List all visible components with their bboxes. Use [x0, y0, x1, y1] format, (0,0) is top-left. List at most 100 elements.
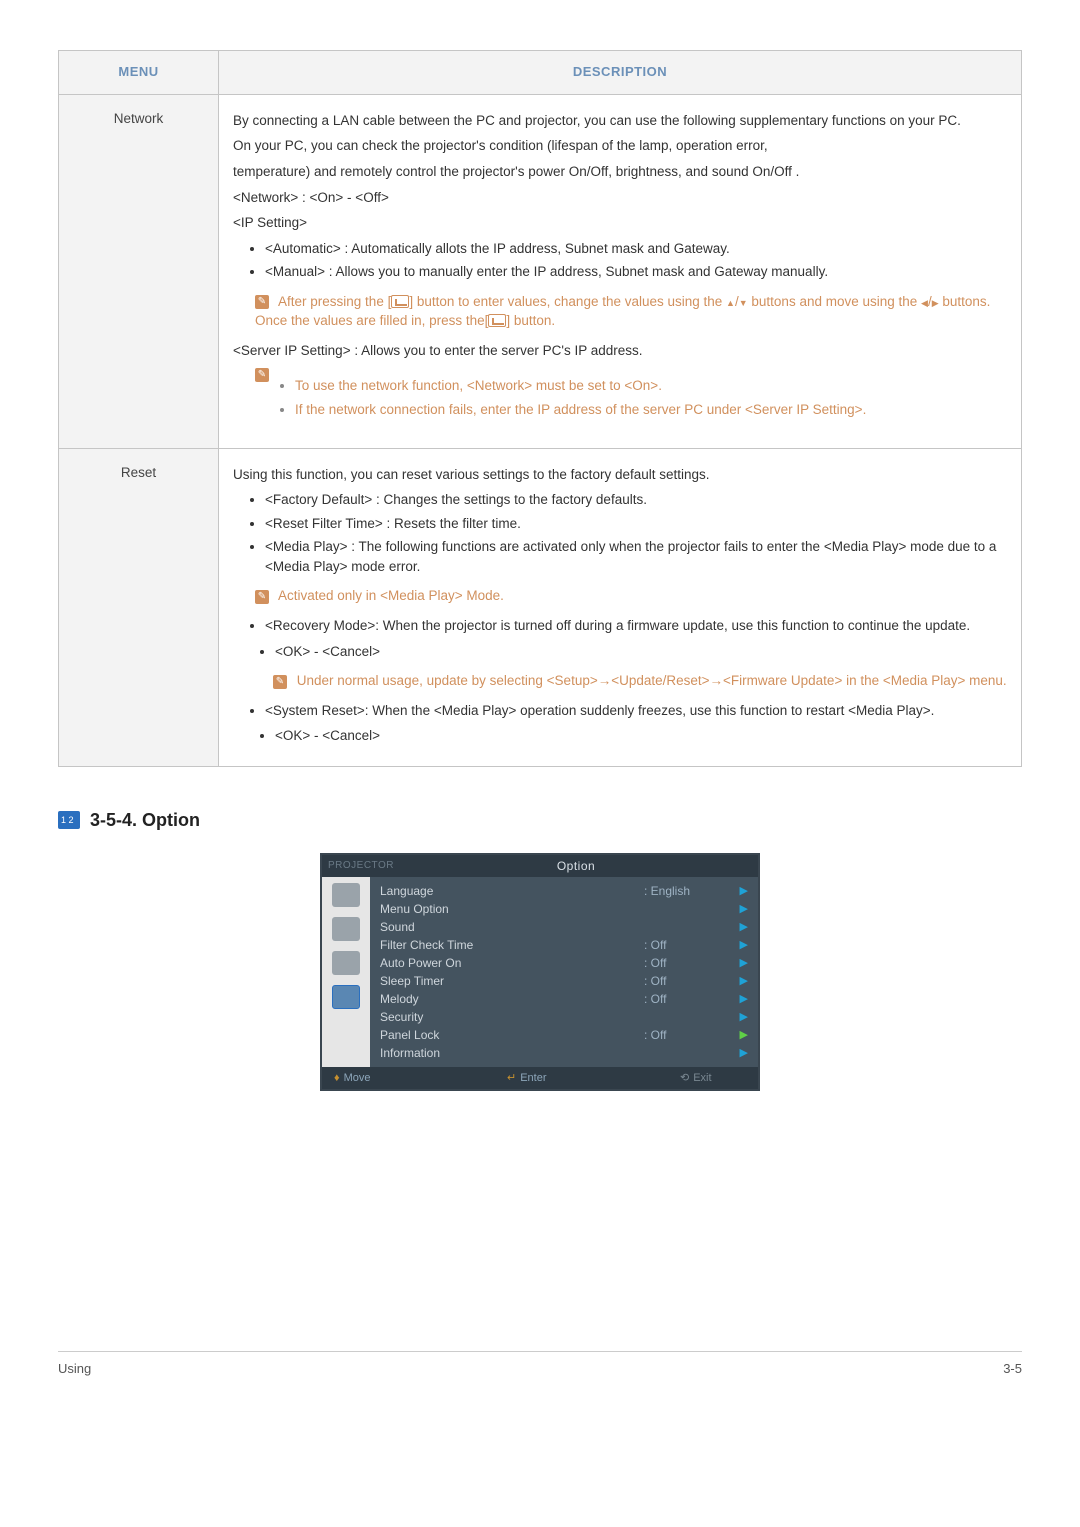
- bullet: <Reset Filter Time> : Resets the filter …: [265, 514, 1007, 534]
- text: <Network> : <On> - <Off>: [233, 188, 1007, 208]
- chevron-right-icon: ▶: [734, 1010, 748, 1026]
- osd-row: Information ▶: [380, 1045, 748, 1063]
- osd-footer: ♦ Move ↵ Enter ⟲ Exit: [322, 1067, 758, 1089]
- chevron-right-icon: ▶: [734, 1028, 748, 1044]
- osd-nav-icon-selected: [332, 985, 360, 1009]
- chevron-right-icon: ▶: [734, 956, 748, 972]
- enter-button-icon: [391, 295, 409, 308]
- col-description-header: DESCRIPTION: [219, 51, 1022, 95]
- col-menu-header: MENU: [59, 51, 219, 95]
- row-label-network: Network: [59, 94, 219, 448]
- text: Using this function, you can reset vario…: [233, 465, 1007, 485]
- chevron-right-icon: ▶: [734, 992, 748, 1008]
- note-icon: ✎: [255, 368, 269, 382]
- osd-row-label: Auto Power On: [380, 955, 644, 972]
- chevron-right-icon: ▶: [734, 902, 748, 918]
- row-desc-reset: Using this function, you can reset vario…: [219, 448, 1022, 766]
- chevron-right-icon: ▶: [734, 1046, 748, 1062]
- exit-glyph-icon: ⟲: [680, 1072, 689, 1084]
- osd-row-label: Filter Check Time: [380, 937, 644, 954]
- osd-row-label: Security: [380, 1009, 644, 1026]
- chevron-right-icon: ▶: [734, 938, 748, 954]
- osd-screenshot: PROJECTOR Option Language: English▶Menu …: [58, 853, 1022, 1091]
- osd-row-label: Language: [380, 883, 644, 900]
- osd-row: Auto Power On: Off▶: [380, 955, 748, 973]
- section-title: 3-5-4. Option: [90, 807, 200, 833]
- row-desc-network: By connecting a LAN cable between the PC…: [219, 94, 1022, 448]
- right-arrow-icon: [932, 294, 939, 309]
- osd-projector-label: PROJECTOR: [322, 855, 394, 877]
- page-footer: Using 3-5: [58, 1351, 1022, 1379]
- text: By connecting a LAN cable between the PC…: [233, 111, 1007, 131]
- row-label-reset: Reset: [59, 448, 219, 766]
- osd-row-label: Menu Option: [380, 901, 644, 918]
- osd-footer-enter: Enter: [520, 1072, 546, 1084]
- osd-row: Sound ▶: [380, 919, 748, 937]
- section-heading: 3-5-4. Option: [58, 807, 1022, 833]
- enter-glyph-icon: ↵: [507, 1072, 516, 1084]
- osd-row-value: : English: [644, 883, 734, 900]
- note-text: Under normal usage, update by selecting …: [297, 673, 1007, 688]
- text: temperature) and remotely control the pr…: [233, 162, 1007, 182]
- bullet-list: <Recovery Mode>: When the projector is t…: [251, 616, 1007, 636]
- osd-footer-exit: Exit: [693, 1072, 711, 1084]
- bullet-list: <System Reset>: When the <Media Play> op…: [251, 701, 1007, 721]
- osd-footer-move: Move: [344, 1072, 371, 1084]
- note-icon: ✎: [255, 590, 269, 604]
- bullet: <Automatic> : Automatically allots the I…: [265, 239, 1007, 259]
- osd-row-label: Melody: [380, 991, 644, 1008]
- osd-row-value: : Off: [644, 973, 734, 990]
- bullet: <System Reset>: When the <Media Play> op…: [265, 701, 1007, 721]
- menu-description-table: MENU DESCRIPTION Network By connecting a…: [58, 50, 1022, 767]
- osd-nav-icon: [332, 917, 360, 941]
- up-arrow-icon: [726, 294, 735, 309]
- note-list: ✎ To use the network function, <Network>…: [255, 368, 1007, 429]
- osd-row-label: Information: [380, 1045, 644, 1062]
- down-arrow-icon: [739, 294, 748, 309]
- note-text: After pressing the [] button to enter va…: [255, 294, 990, 329]
- note-block: ✎ After pressing the [] button to enter …: [255, 292, 1007, 331]
- osd-sidebar-icons: [322, 877, 370, 1067]
- table-row: Network By connecting a LAN cable betwee…: [59, 94, 1022, 448]
- table-row: Reset Using this function, you can reset…: [59, 448, 1022, 766]
- text: <Server IP Setting> : Allows you to ente…: [233, 341, 1007, 361]
- bullet: <Manual> : Allows you to manually enter …: [265, 262, 1007, 282]
- note-block: ✎ Under normal usage, update by selectin…: [273, 671, 1007, 691]
- chevron-right-icon: ▶: [734, 884, 748, 900]
- note-icon: ✎: [255, 295, 269, 309]
- text: <IP Setting>: [233, 213, 1007, 233]
- osd-row-value: : Off: [644, 937, 734, 954]
- osd-row: Security ▶: [380, 1009, 748, 1027]
- sub-bullet: <OK> - <Cancel>: [275, 642, 1007, 662]
- bullet: <Recovery Mode>: When the projector is t…: [265, 616, 1007, 636]
- bullet: <Media Play> : The following functions a…: [265, 537, 1007, 576]
- osd-nav-icon: [332, 951, 360, 975]
- osd-row-label: Sleep Timer: [380, 973, 644, 990]
- osd-row-label: Sound: [380, 919, 644, 936]
- osd-row: Filter Check Time: Off▶: [380, 937, 748, 955]
- note-block: ✎ Activated only in <Media Play> Mode.: [255, 586, 1007, 606]
- page-footer-right: 3-5: [1003, 1360, 1022, 1379]
- osd-title: Option: [394, 855, 758, 877]
- osd-row-value: : Off: [644, 1027, 734, 1044]
- note-bullet: To use the network function, <Network> m…: [295, 376, 866, 396]
- note-text: Activated only in <Media Play> Mode.: [278, 588, 504, 603]
- chevron-right-icon: ▶: [734, 920, 748, 936]
- osd-nav-icon: [332, 883, 360, 907]
- chevron-right-icon: ▶: [734, 974, 748, 990]
- bullet-list: <Automatic> : Automatically allots the I…: [251, 239, 1007, 282]
- enter-button-icon: [488, 314, 506, 327]
- sub-bullet-list: <OK> - <Cancel>: [261, 726, 1007, 746]
- osd-row: Sleep Timer: Off▶: [380, 973, 748, 991]
- sub-bullet: <OK> - <Cancel>: [275, 726, 1007, 746]
- note-icon: ✎: [273, 675, 287, 689]
- osd-row-label: Panel Lock: [380, 1027, 644, 1044]
- osd-row: Menu Option ▶: [380, 901, 748, 919]
- bullet: <Factory Default> : Changes the settings…: [265, 490, 1007, 510]
- note-bullet: If the network connection fails, enter t…: [295, 400, 866, 420]
- osd-row-value: : Off: [644, 991, 734, 1008]
- osd-row: Panel Lock: Off▶: [380, 1027, 748, 1045]
- osd-option-list: Language: English▶Menu Option▶Sound▶Filt…: [370, 877, 758, 1067]
- move-glyph-icon: ♦: [334, 1072, 340, 1084]
- bullet-list: <Factory Default> : Changes the settings…: [251, 490, 1007, 576]
